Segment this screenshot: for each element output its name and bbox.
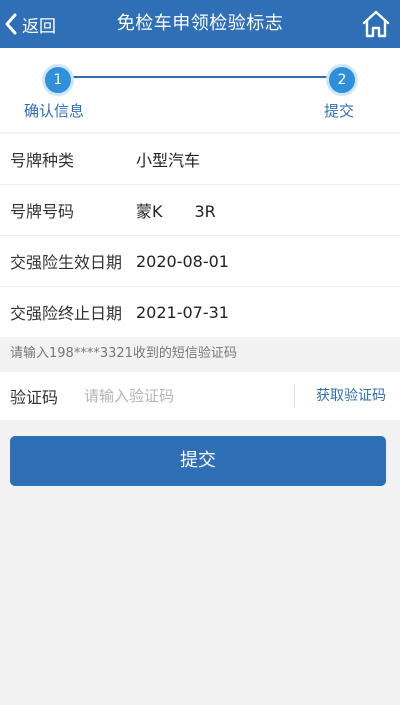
insurance-end-label: 交强险终止日期: [10, 304, 123, 323]
verification-code-row: 验证码 获取验证码: [0, 372, 400, 420]
verification-code-input[interactable]: [82, 386, 286, 406]
submit-button[interactable]: 提交: [10, 436, 386, 486]
insurance-start-value: 2020-08-01: [136, 251, 229, 271]
plate-number-value: 蒙K 3R: [136, 202, 216, 221]
plate-type-row: 号牌种类 小型汽车: [0, 134, 400, 185]
page-title: 免检车申领检验标志: [116, 13, 284, 34]
insurance-start-label: 交强险生效日期: [10, 253, 123, 272]
step-2-label: 提交: [324, 102, 355, 120]
divider: [294, 384, 295, 408]
verification-code-label: 验证码: [10, 388, 59, 407]
vehicle-info-list: 号牌种类 小型汽车 号牌号码 蒙K 3R 交强险生效日期 2020-08-01 …: [0, 134, 400, 337]
insurance-start-row: 交强险生效日期 2020-08-01: [0, 236, 400, 287]
insurance-end-row: 交强险终止日期 2021-07-31: [0, 287, 400, 337]
get-code-button[interactable]: 获取验证码: [316, 372, 386, 420]
step-progress: 1 2 确认信息 提交: [0, 48, 400, 132]
plate-number-row: 号牌号码 蒙K 3R: [0, 185, 400, 236]
plate-type-value: 小型汽车: [136, 151, 201, 170]
step-connector: [58, 76, 340, 78]
plate-type-label: 号牌种类: [10, 151, 75, 170]
step-1-circle: 1: [42, 64, 74, 96]
sms-hint: 请输入198****3321收到的短信验证码: [10, 346, 237, 361]
header-bar: 返回 免检车申领检验标志: [0, 0, 400, 48]
step-2-circle: 2: [326, 64, 358, 96]
home-icon[interactable]: [360, 8, 392, 40]
step-1-label: 确认信息: [24, 102, 85, 120]
plate-number-label: 号牌号码: [10, 202, 75, 221]
insurance-end-value: 2021-07-31: [136, 302, 229, 322]
